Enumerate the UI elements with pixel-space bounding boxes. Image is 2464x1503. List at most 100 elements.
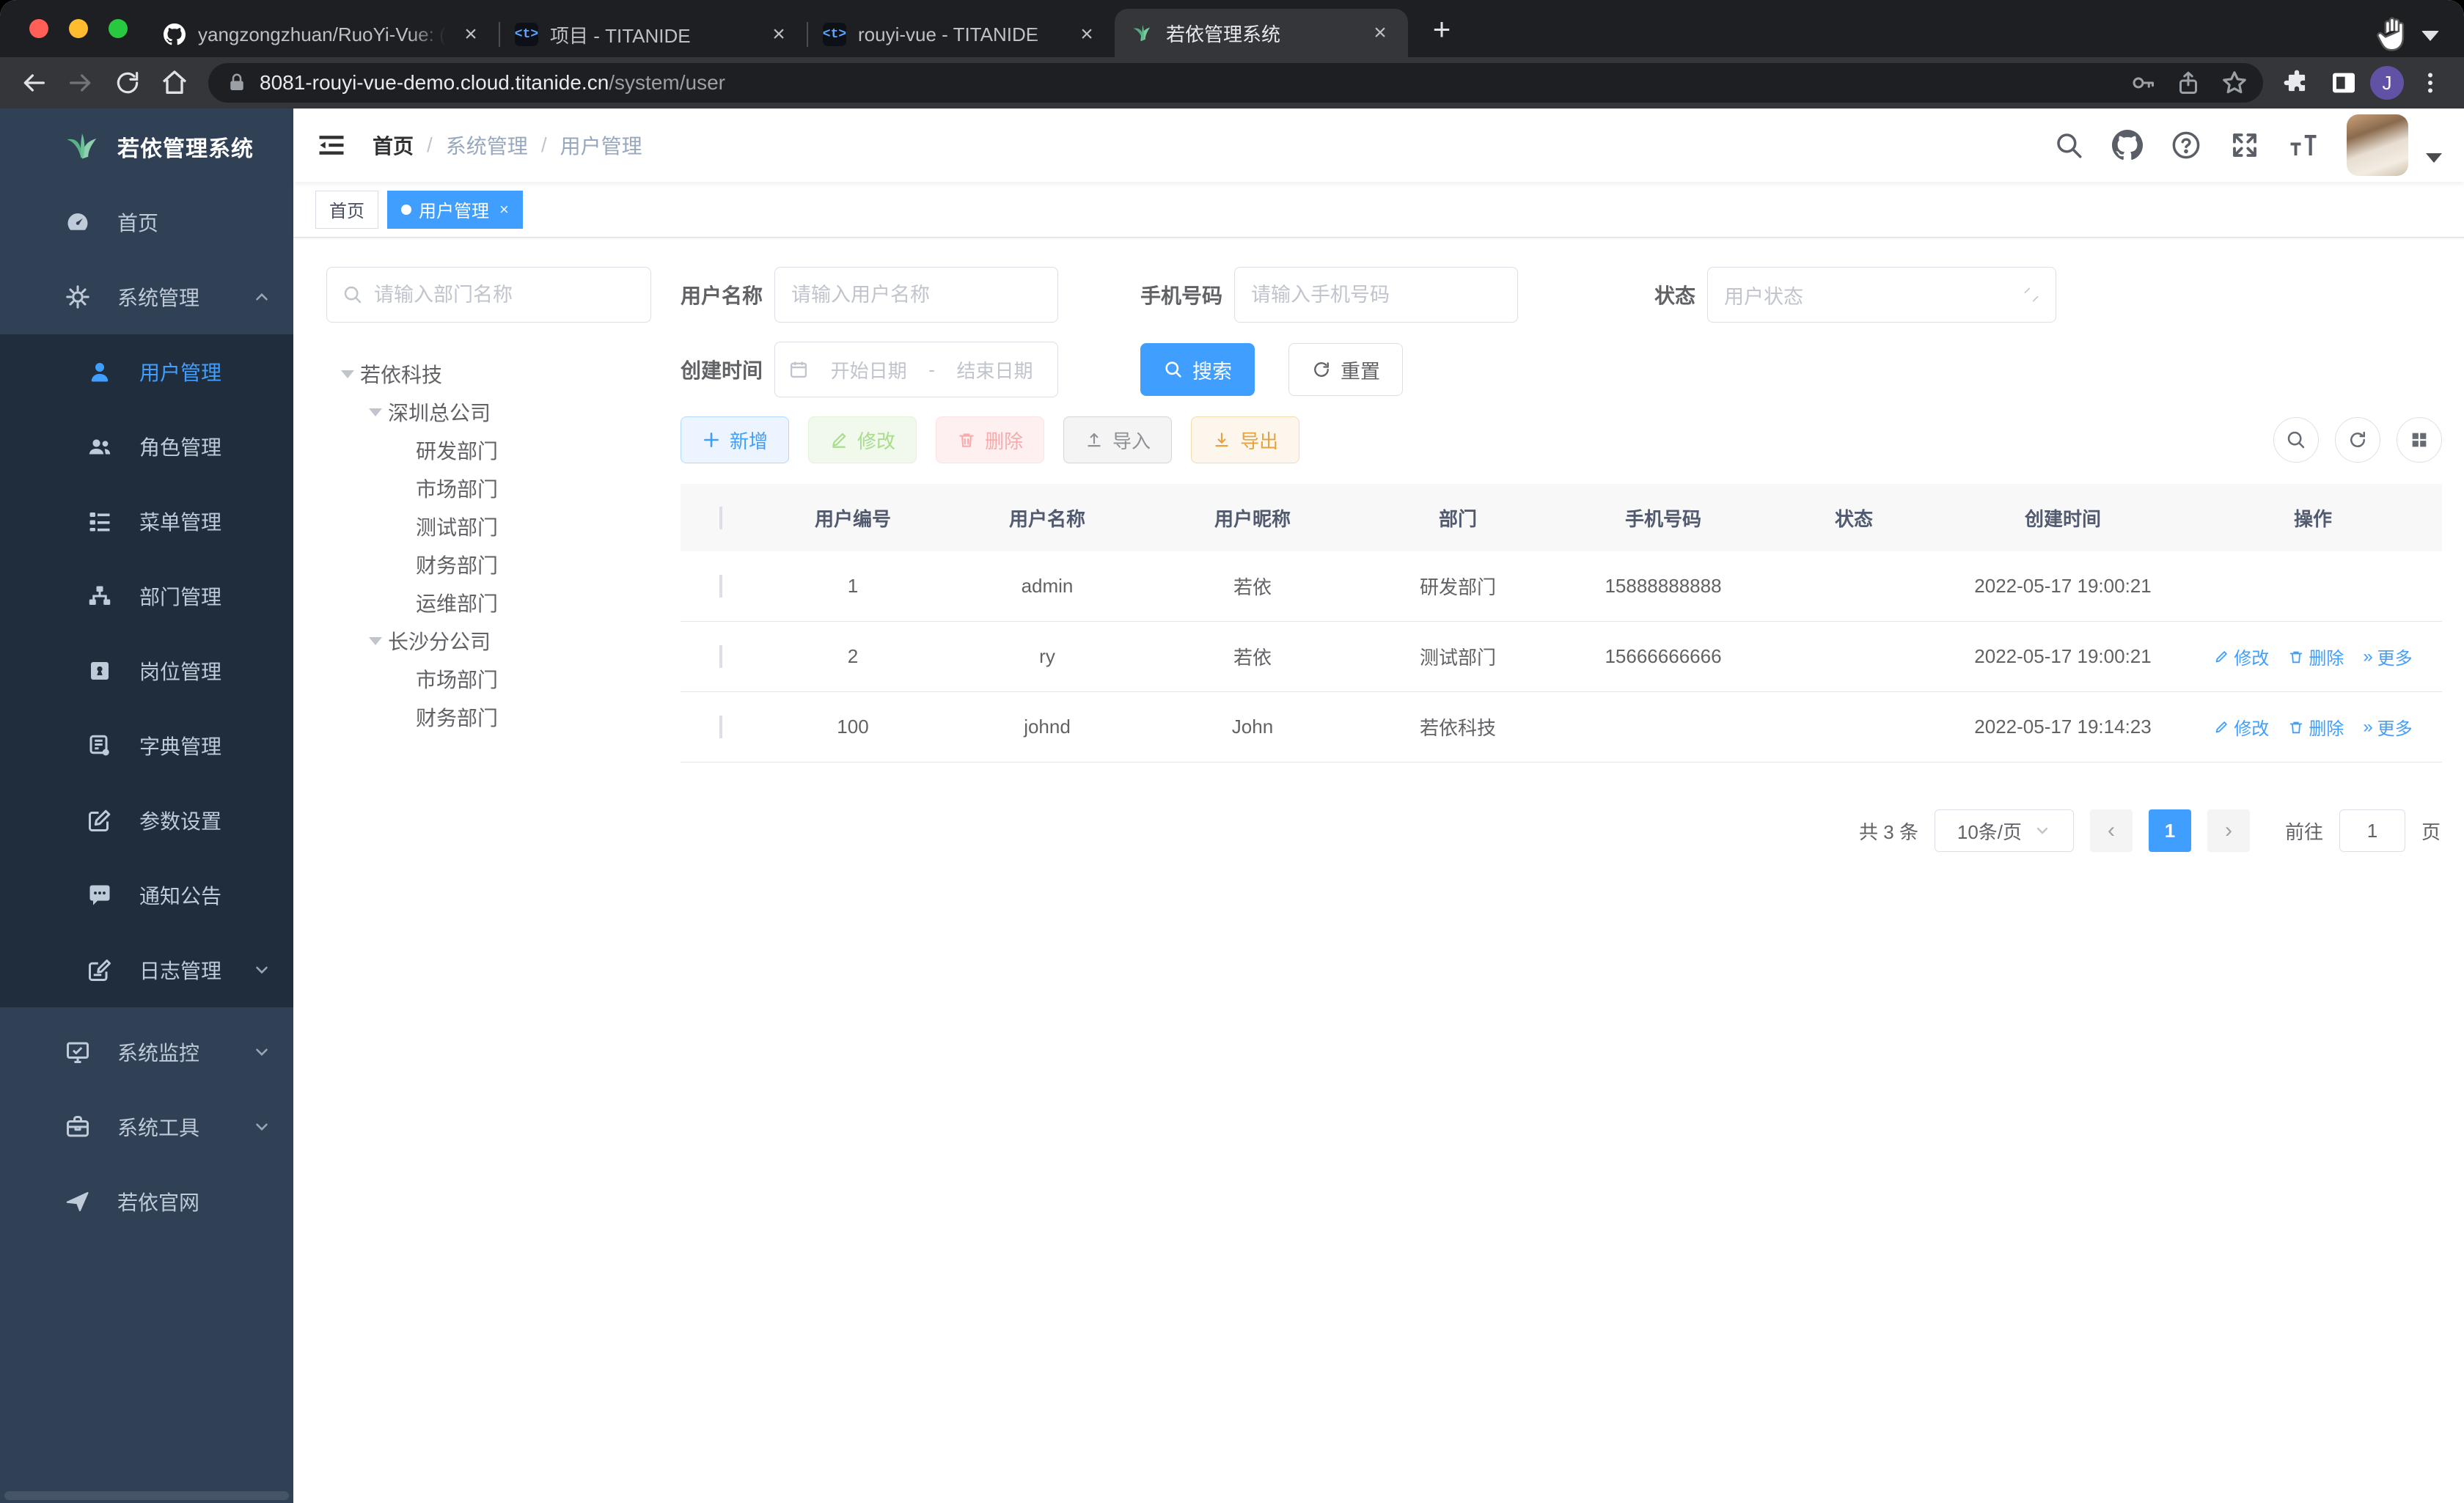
table-row[interactable]: 1 admin 若依 研发部门 15888888888 2022-05-17 1… — [681, 551, 2442, 622]
tag-close-icon[interactable]: × — [499, 200, 509, 219]
tab-list-chevron-icon[interactable] — [2421, 31, 2439, 41]
table-row[interactable]: 2 ry 若依 测试部门 15666666666 2022-05-17 19:0… — [681, 622, 2442, 692]
sidebar-item-role-management[interactable]: 角色管理 — [0, 409, 293, 484]
tag-user-management[interactable]: 用户管理 × — [387, 190, 523, 229]
row-checkbox[interactable] — [681, 645, 761, 668]
tab-close-icon[interactable]: × — [1367, 20, 1393, 46]
prev-page-button[interactable]: ‹ — [2089, 809, 2133, 852]
tag-home[interactable]: 首页 — [315, 190, 378, 229]
tab-close-icon[interactable]: × — [458, 21, 484, 48]
sidebar-item-system-tools[interactable]: 系统工具 — [0, 1089, 293, 1164]
row-checkbox[interactable] — [681, 575, 761, 598]
sidebar-item-menu-management[interactable]: 菜单管理 — [0, 484, 293, 559]
back-icon[interactable] — [13, 62, 54, 103]
tree-node[interactable]: 深圳总公司 — [326, 393, 651, 431]
close-window-button[interactable] — [29, 19, 48, 38]
minimize-window-button[interactable] — [69, 19, 88, 38]
refresh-icon-button[interactable] — [2335, 417, 2380, 463]
tree-node[interactable]: 研发部门 — [326, 431, 651, 469]
fullscreen-icon[interactable] — [2229, 130, 2260, 161]
tree-caret-icon[interactable] — [335, 370, 360, 378]
row-delete-link[interactable]: 删除 — [2288, 644, 2344, 669]
row-checkbox[interactable] — [681, 716, 761, 738]
browser-tab-github[interactable]: yangzongzhuan/RuoYi-Vue: (Ru × — [147, 12, 500, 57]
sidebar-item-dept-management[interactable]: 部门管理 — [0, 559, 293, 633]
tree-caret-icon[interactable] — [363, 637, 388, 645]
extensions-puzzle-icon[interactable] — [2276, 62, 2317, 103]
goto-page-input[interactable] — [2339, 809, 2405, 852]
row-edit-link[interactable]: 修改 — [2213, 714, 2269, 740]
delete-button[interactable]: 删除 — [936, 416, 1045, 463]
address-bar[interactable]: 8081-rouyi-vue-demo.cloud.titanide.cn/sy… — [208, 63, 2263, 103]
table-row[interactable]: 100 johnd John 若依科技 2022-05-17 19:14:23 … — [681, 692, 2442, 762]
import-button[interactable]: 导入 — [1063, 416, 1173, 463]
header-search-icon[interactable] — [2053, 130, 2084, 161]
avatar-caret-down-icon[interactable] — [2426, 152, 2442, 163]
home-icon[interactable] — [154, 62, 195, 103]
date-range-picker[interactable]: 开始日期 - 结束日期 — [774, 342, 1059, 397]
sidebar-item-home[interactable]: 首页 — [0, 185, 293, 260]
github-icon[interactable] — [2112, 130, 2143, 161]
sidebar-item-system-monitor[interactable]: 系统监控 — [0, 1015, 293, 1089]
page-size-select[interactable]: 10条/页 — [1934, 809, 2074, 852]
tree-node-root[interactable]: 若依科技 — [326, 355, 651, 393]
row-more-link[interactable]: » 更多 — [2363, 714, 2412, 740]
tree-node[interactable]: 运维部门 — [326, 584, 651, 622]
browser-tab-titanide-project[interactable]: <t> 项目 - TITANIDE × — [499, 12, 808, 57]
font-size-icon[interactable] — [2288, 130, 2319, 161]
tree-node[interactable]: 财务部门 — [326, 698, 651, 736]
user-avatar[interactable] — [2347, 114, 2408, 176]
zoom-window-button[interactable] — [109, 19, 128, 38]
sidebar-collapse-hamburger-icon[interactable] — [315, 129, 348, 161]
sidebar-item-notice[interactable]: 通知公告 — [0, 858, 293, 933]
sidebar-item-log-management[interactable]: 日志管理 — [0, 933, 293, 1007]
password-key-icon[interactable] — [2130, 70, 2156, 96]
sidebar-item-ruoyi-website[interactable]: 若依官网 — [0, 1164, 293, 1239]
sidebar-scrollbar[interactable] — [4, 1491, 289, 1500]
row-delete-link[interactable]: 删除 — [2288, 714, 2344, 740]
tree-node[interactable]: 市场部门 — [326, 660, 651, 698]
tree-node[interactable]: 测试部门 — [326, 507, 651, 545]
browser-tab-titanide-rouyi[interactable]: <t> rouyi-vue - TITANIDE × — [807, 12, 1116, 57]
column-settings-grid-icon-button[interactable] — [2397, 417, 2442, 463]
reset-button[interactable]: 重置 — [1288, 343, 1404, 396]
sidebar-item-system-management[interactable]: 系统管理 — [0, 260, 293, 334]
next-page-button[interactable]: › — [2207, 809, 2250, 852]
bookmark-star-icon[interactable] — [2221, 69, 2248, 97]
app-logo[interactable]: 若依管理系统 — [0, 109, 293, 185]
sidebar-item-user-management[interactable]: 用户管理 — [0, 334, 293, 409]
sidebar-item-param-settings[interactable]: 参数设置 — [0, 783, 293, 858]
browser-tab-ruoyi-active[interactable]: 若依管理系统 × — [1115, 9, 1408, 57]
new-tab-button[interactable]: + — [1421, 9, 1462, 50]
dept-search-box[interactable] — [326, 267, 651, 323]
toggle-search-icon-button[interactable] — [2273, 417, 2319, 463]
sidebar-item-dict-management[interactable]: 字典管理 — [0, 708, 293, 783]
add-button[interactable]: 新增 — [681, 416, 790, 463]
tab-close-icon[interactable]: × — [1074, 21, 1100, 48]
row-edit-link[interactable]: 修改 — [2213, 644, 2269, 669]
side-panel-icon[interactable] — [2323, 62, 2364, 103]
search-button[interactable]: 搜索 — [1140, 343, 1255, 396]
username-input[interactable] — [774, 267, 1059, 323]
forward-icon[interactable] — [60, 62, 101, 103]
help-question-icon[interactable] — [2171, 130, 2201, 161]
tab-close-icon[interactable]: × — [766, 21, 792, 48]
breadcrumb-home[interactable]: 首页 — [373, 131, 414, 160]
browser-profile-avatar[interactable]: J — [2370, 66, 2404, 100]
sidebar-item-post-management[interactable]: 岗位管理 — [0, 633, 293, 708]
breadcrumb-system[interactable]: 系统管理 — [446, 131, 528, 160]
phone-input[interactable] — [1234, 267, 1519, 323]
share-icon[interactable] — [2175, 70, 2201, 96]
edit-button[interactable]: 修改 — [808, 416, 917, 463]
row-more-link[interactable]: » 更多 — [2363, 644, 2412, 669]
tree-node[interactable]: 长沙分公司 — [326, 622, 651, 660]
export-button[interactable]: 导出 — [1191, 416, 1300, 463]
tree-node[interactable]: 财务部门 — [326, 545, 651, 584]
status-select[interactable]: 用户状态 — [1707, 267, 2057, 323]
browser-menu-kebab-icon[interactable] — [2410, 62, 2451, 103]
tree-node[interactable]: 市场部门 — [326, 469, 651, 507]
select-all-checkbox[interactable] — [681, 506, 761, 529]
reload-icon[interactable] — [107, 62, 148, 103]
current-page-button[interactable]: 1 — [2148, 809, 2191, 852]
dept-search-input[interactable] — [374, 283, 636, 306]
